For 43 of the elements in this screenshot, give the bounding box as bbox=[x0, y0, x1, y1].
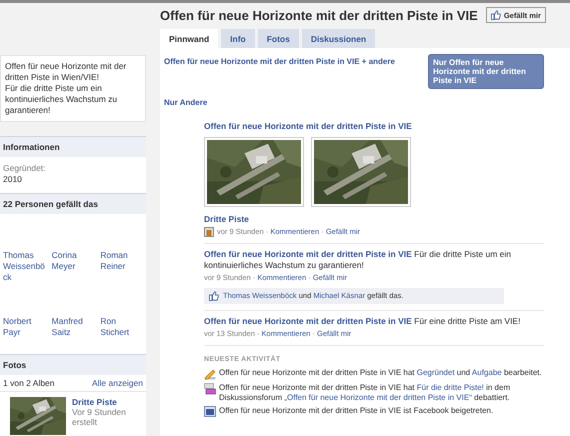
tab[interactable]: Pinnwand bbox=[160, 29, 218, 48]
link[interactable]: Aufgabe bbox=[472, 368, 502, 377]
activity-text: Offen für neue Horizonte mit der dritten Piste in VIE hat Gegründet und Aufgabe bearbeitet. bbox=[219, 368, 542, 378]
tab[interactable]: Info bbox=[221, 29, 255, 48]
fan-name-link[interactable]: Thomas Weissenböck bbox=[3, 250, 46, 282]
thumbs-up-icon bbox=[209, 290, 219, 301]
speech-bubbles-icon bbox=[204, 382, 216, 395]
activity-text: Offen für neue Horizonte mit der dritten Piste in VIE hat Für die dritte Piste! in dem Diskussionsforum „Offen für neue Horizonte mit der dritten Piste in VIE“ debattiert. bbox=[219, 382, 512, 403]
field-label: Gegründet: bbox=[3, 163, 47, 174]
fan-name-link[interactable]: Norbert Payr bbox=[3, 316, 46, 346]
post-text: Offen für neue Horizonte mit der dritten Piste in VIE Für eine dritte Piste am VIE! bbox=[204, 316, 522, 327]
field-value: 2010 bbox=[3, 174, 23, 186]
link[interactable]: Gegründet bbox=[416, 368, 455, 377]
post-text: Offen für neue Horizonte mit der dritten Piste in VIE Für die dritte Piste um ein kontinuierliches Wachstum zu garantieren! bbox=[204, 249, 512, 272]
section-heading: Informationen bbox=[0, 136, 146, 158]
pencil-icon bbox=[204, 368, 216, 380]
link[interactable]: Für die dritte Piste! bbox=[416, 382, 484, 392]
album-title-link[interactable]: Dritte Piste bbox=[72, 397, 136, 408]
tab[interactable]: Diskussionen bbox=[302, 29, 376, 48]
album-count: 1 von 2 Alben bbox=[3, 378, 55, 388]
show-all-link[interactable]: Alle anzeigen bbox=[92, 378, 143, 388]
author-link[interactable]: Offen für neue Horizonte mit der dritten Piste in VIE bbox=[204, 121, 412, 131]
album-link[interactable]: Dritte Piste bbox=[204, 214, 544, 226]
activity-text: Offen für neue Horizonte mit der dritten Piste in VIE ist Facebook beigetreten. bbox=[219, 406, 494, 416]
fan-name-link[interactable]: Manfred Saitz bbox=[52, 316, 94, 346]
tab[interactable]: Fotos bbox=[258, 29, 299, 48]
page-title: Offen für neue Horizonte mit der dritten Piste in VIE bbox=[160, 8, 478, 22]
filter-link[interactable]: Nur Andere bbox=[164, 95, 420, 110]
page-description: Offen für neue Horizonte mit der dritten Piste in Wien/VIE! Für die dritte Piste um ein kontinuierliches Wachstum zu garantieren! bbox=[0, 55, 146, 122]
link[interactable]: „Offen für neue Horizonte mit der dritten Piste in VIE“ bbox=[284, 392, 472, 402]
section-heading: 22 Personen gefällt das bbox=[0, 193, 146, 214]
author-link[interactable]: Offen für neue Horizonte mit der dritten Piste in VIE bbox=[204, 316, 412, 326]
fan-name-link[interactable]: Corina Meyer bbox=[52, 250, 94, 282]
fan-name-link[interactable]: Ron Stichert bbox=[100, 316, 143, 346]
thumbs-up-icon bbox=[490, 10, 501, 20]
section-heading: Fotos bbox=[0, 354, 146, 376]
author-link[interactable]: Offen für neue Horizonte mit der dritten Piste in VIE bbox=[204, 249, 412, 260]
album-date: Vor 9 Stunden erstellt bbox=[72, 407, 127, 428]
filter-link[interactable]: Offen für neue Horizonte mit der dritten Piste in VIE + andere bbox=[164, 54, 420, 69]
window-icon bbox=[204, 406, 216, 418]
fan-name-link[interactable]: Roman Reiner bbox=[100, 250, 143, 282]
photo-album-icon bbox=[204, 227, 214, 238]
filter-link[interactable]: Nur Offen für neue Horizonte mit der dritten Piste in VIE bbox=[428, 54, 544, 89]
